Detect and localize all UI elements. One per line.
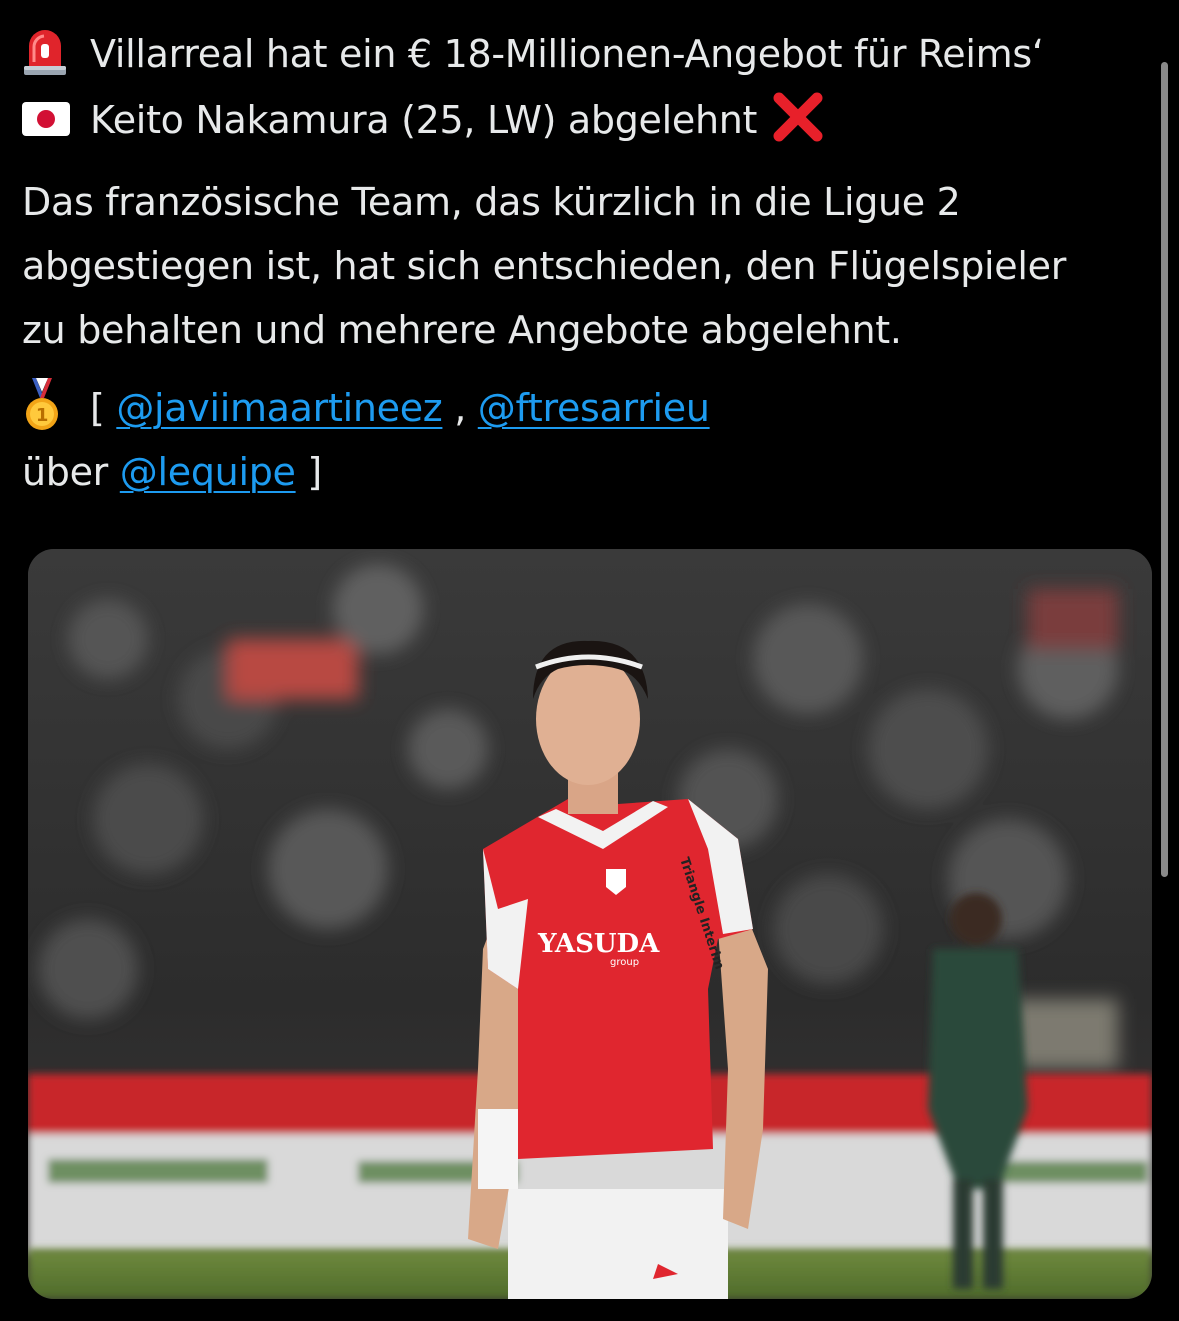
jersey-sponsor: YASUDA <box>537 929 660 959</box>
mention-lequipe[interactable]: @lequipe <box>120 450 296 494</box>
rotating-light-icon <box>22 26 68 76</box>
body-line-1: Das französische Team, das kürzlich in d… <box>22 180 961 224</box>
svg-text:1: 1 <box>36 405 48 426</box>
jersey-sponsor-sub: group <box>610 957 639 968</box>
source-credit: 1 [ @javiimaartineez , @ftresarrieu über… <box>22 376 1142 504</box>
body-line-2: abgestiegen ist, hat sich entschieden, d… <box>22 244 1067 288</box>
first-place-medal-icon: 1 <box>22 377 62 432</box>
credit-close-bracket: ] <box>307 450 322 494</box>
scrollbar[interactable] <box>1161 62 1168 877</box>
headline-text-2: Keito Nakamura (25, LW) abgelehnt <box>90 98 758 142</box>
cross-mark-icon <box>771 90 825 144</box>
body-line-3: zu behalten und mehrere Angebote abgeleh… <box>22 308 902 352</box>
mention-ftresarrieu[interactable]: @ftresarrieu <box>478 386 710 430</box>
via-label: über <box>22 450 109 494</box>
headline-text-1: Villarreal hat ein € 18-Millionen-Angebo… <box>90 32 1044 76</box>
headline-line-2: Keito Nakamura (25, LW) abgelehnt <box>22 88 1142 152</box>
japan-flag-icon <box>22 101 70 136</box>
credit-line-2: über @lequipe ] <box>22 440 1142 504</box>
tweet-body: Das französische Team, das kürzlich in d… <box>22 170 1142 362</box>
player-photo: YASUDA group Triangle Interim <box>28 549 1152 1299</box>
credit-open-bracket: [ <box>90 386 105 430</box>
headline-line-1: Villarreal hat ein € 18-Millionen-Angebo… <box>22 22 1142 86</box>
mention-javiimaartineez[interactable]: @javiimaartineez <box>116 386 442 430</box>
credit-separator: , <box>454 386 466 430</box>
tweet-text: Villarreal hat ein € 18-Millionen-Angebo… <box>22 22 1142 504</box>
tweet-photo[interactable]: YASUDA group Triangle Interim <box>28 549 1152 1299</box>
credit-line-1: 1 [ @javiimaartineez , @ftresarrieu <box>22 376 1142 440</box>
